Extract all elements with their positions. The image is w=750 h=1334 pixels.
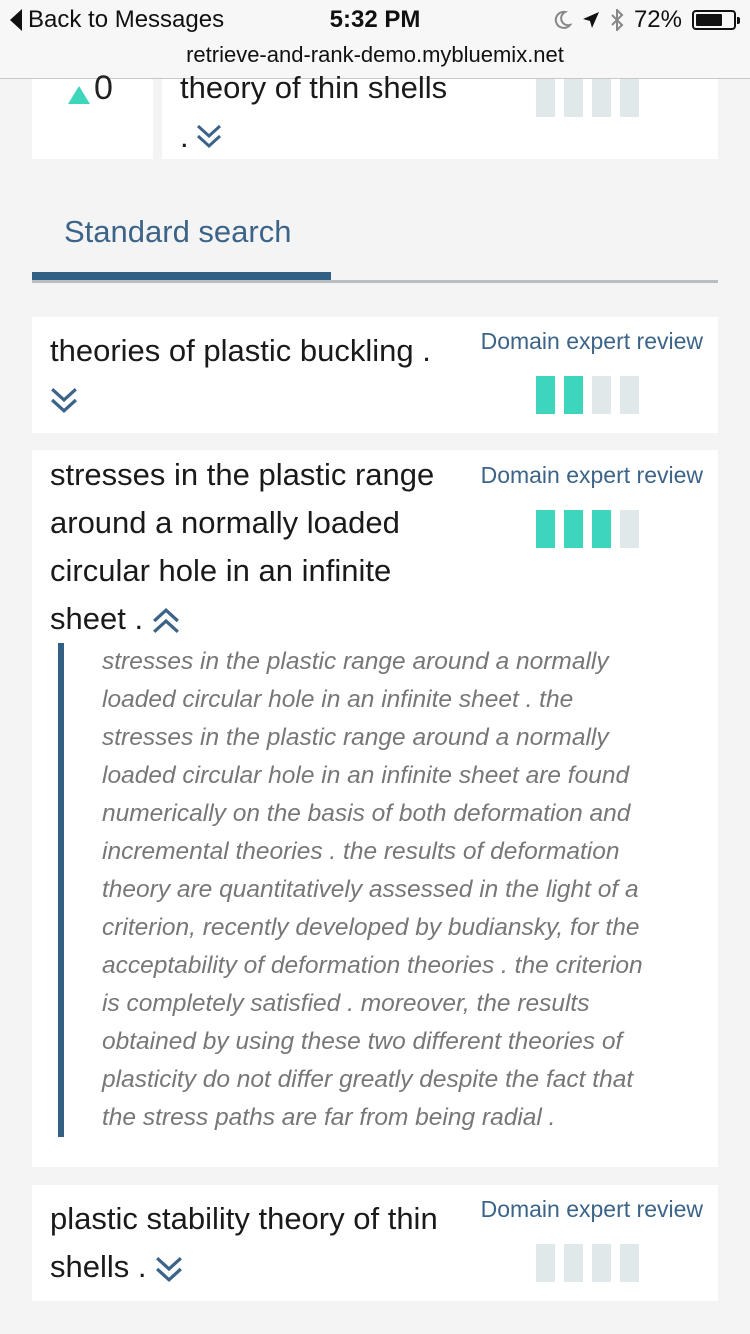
- battery-nub: [737, 17, 740, 24]
- domain-expert-review-link[interactable]: Domain expert review: [481, 328, 703, 355]
- relevance-bar-empty: [564, 1244, 583, 1282]
- chevron-double-down-icon[interactable]: [50, 386, 78, 414]
- abstract-line: theory are quantitatively assessed in th…: [102, 876, 639, 903]
- status-bar: Back to Messages 5:32 PM 72%: [0, 0, 750, 40]
- vote-box: 0: [32, 69, 153, 159]
- abstract-line: loaded circular hole in an infinite shee…: [102, 686, 574, 713]
- result-title-line: plastic stability theory of thin: [50, 1201, 438, 1236]
- bluetooth-icon: [611, 9, 624, 31]
- abstract-line: stresses in the plastic range around a n…: [102, 648, 609, 675]
- result-card: theory of thin shells .: [162, 70, 718, 159]
- abstract-line: the stress paths are far from being radi…: [102, 1104, 556, 1131]
- result-title-line: around a normally loaded: [50, 505, 400, 540]
- tab-standard-search[interactable]: Standard search: [64, 214, 291, 250]
- abstract-line: acceptability of deformation theories . …: [102, 952, 643, 979]
- relevance-bar-empty: [592, 1244, 611, 1282]
- result-abstract: stresses in the plastic range around a n…: [58, 643, 698, 1137]
- result-title-line: circular hole in an infinite: [50, 553, 392, 588]
- result-title-line: stresses in the plastic range: [50, 457, 435, 492]
- abstract-line: incremental theories . the results of de…: [102, 838, 620, 865]
- tab-divider: [32, 280, 718, 283]
- relevance-bar-filled: [564, 376, 583, 414]
- chevron-double-up-icon[interactable]: [152, 607, 180, 635]
- abstract-line: loaded circular hole in an infinite shee…: [102, 762, 630, 789]
- relevance-bar-empty: [564, 79, 583, 117]
- domain-expert-review-link[interactable]: Domain expert review: [481, 1196, 703, 1223]
- upvote-icon[interactable]: [68, 86, 90, 104]
- result-card: theories of plastic buckling . Domain ex…: [32, 317, 718, 433]
- relevance-bar-empty: [620, 510, 639, 548]
- active-tab-indicator: [32, 272, 331, 280]
- url-text: retrieve-and-rank-demo.mybluemix.net: [186, 42, 564, 67]
- relevance-bar-empty: [592, 376, 611, 414]
- relevance-bar-empty: [536, 79, 555, 117]
- battery-fill: [696, 14, 722, 26]
- chevron-double-down-icon[interactable]: [196, 123, 222, 149]
- relevance-bar-filled: [564, 510, 583, 548]
- location-arrow-icon: [582, 12, 599, 28]
- relevance-meter: [536, 376, 639, 414]
- relevance-bar-filled: [592, 510, 611, 548]
- abstract-line: obtained by using these two different th…: [102, 1028, 623, 1055]
- vote-count: 0: [94, 69, 113, 107]
- result-title-text: sheet .: [50, 601, 144, 636]
- abstract-line: plasticity do not differ greatly despite…: [102, 1066, 634, 1093]
- result-title: theory of thin shells: [180, 70, 448, 105]
- relevance-bar-empty: [592, 79, 611, 117]
- relevance-bar-empty: [620, 1244, 639, 1282]
- abstract-line: is completely satisfied . moreover, the …: [102, 990, 590, 1017]
- relevance-bar-empty: [620, 79, 639, 117]
- abstract-line: criterion, recently developed by budians…: [102, 914, 640, 941]
- relevance-bar-empty: [536, 1244, 555, 1282]
- relevance-meter: [536, 1244, 639, 1282]
- status-icons: 72%: [552, 6, 740, 34]
- battery-percent: 72%: [633, 6, 682, 33]
- result-card: plastic stability theory of thin shells …: [32, 1185, 718, 1301]
- domain-expert-review-link[interactable]: Domain expert review: [481, 462, 703, 489]
- result-title-text: shells .: [50, 1249, 147, 1284]
- relevance-bar-filled: [536, 376, 555, 414]
- relevance-bar-filled: [536, 510, 555, 548]
- result-title-line: shells .: [50, 1243, 183, 1291]
- result-title-line: sheet .: [50, 595, 180, 643]
- result-title: theories of plastic buckling .: [50, 333, 431, 368]
- abstract-line: numerically on the basis of both deforma…: [102, 800, 631, 827]
- battery-icon: [692, 10, 740, 30]
- relevance-bar-empty: [620, 376, 639, 414]
- chevron-double-down-icon[interactable]: [155, 1255, 183, 1283]
- moon-icon: [554, 10, 572, 29]
- relevance-meter: [536, 79, 639, 117]
- relevance-meter: [536, 510, 639, 548]
- result-card-expanded: stresses in the plastic range around a n…: [32, 450, 718, 1167]
- abstract-line: stresses in the plastic range around a n…: [102, 724, 609, 751]
- result-title-period: .: [180, 119, 189, 154]
